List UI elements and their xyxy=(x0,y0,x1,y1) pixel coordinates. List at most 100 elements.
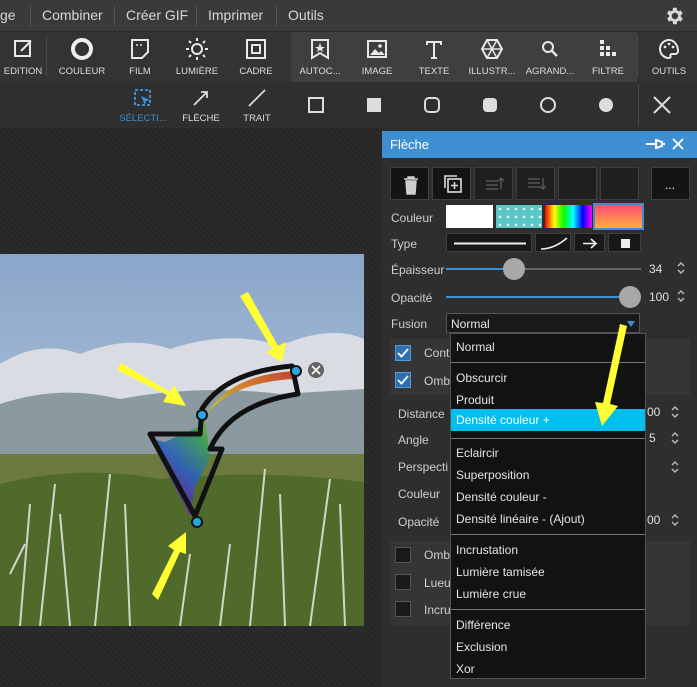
checkmark-icon xyxy=(397,375,409,385)
arrowhead-icon xyxy=(583,238,598,249)
square-filled-icon[interactable] xyxy=(365,96,383,114)
send-backward-button[interactable] xyxy=(516,167,555,200)
dropdown-item[interactable]: Superposition xyxy=(456,468,529,482)
subtool-selection[interactable]: SÉLECTI... xyxy=(115,84,171,126)
gear-icon[interactable] xyxy=(663,5,685,27)
square-outline-icon[interactable] xyxy=(307,96,325,114)
dropdown-item-label: Densité couleur + xyxy=(456,413,550,427)
dropdown-item[interactable]: Lumière crue xyxy=(456,587,526,601)
distance-spinner-icon[interactable] xyxy=(671,405,679,419)
tool-outils[interactable]: OUTILS xyxy=(643,32,695,82)
type-arrowhead-button[interactable] xyxy=(574,233,605,252)
tool-agrandir[interactable]: AGRAND... xyxy=(522,32,578,82)
menu-item-creer-gif[interactable]: Créer GIF xyxy=(126,7,188,23)
close-panel-icon[interactable] xyxy=(671,137,685,151)
ombre-opacite-spinner-icon[interactable] xyxy=(671,513,679,527)
tool-label: FILM xyxy=(129,66,151,77)
panel-title: Flèche xyxy=(390,137,430,152)
epaisseur-slider-handle[interactable] xyxy=(503,258,525,280)
circle-outline-icon[interactable] xyxy=(539,96,557,114)
perspective-label: Perspecti xyxy=(398,460,449,474)
ombre-interne-label: Omb xyxy=(424,548,451,562)
tool-label: LUMIÈRE xyxy=(175,66,219,77)
subtool-trait[interactable]: TRAIT xyxy=(234,84,280,126)
opacite-slider-handle[interactable] xyxy=(619,286,641,308)
tool-autocollant[interactable]: AUTOC... xyxy=(294,32,346,82)
image-icon xyxy=(367,40,387,58)
tool-cadre[interactable]: CADRE xyxy=(230,32,282,82)
ombre-checkbox[interactable] xyxy=(395,372,411,388)
dropdown-item[interactable]: Densité couleur - xyxy=(456,490,547,504)
dropdown-separator xyxy=(451,609,645,610)
perspective-spinner-icon[interactable] xyxy=(671,460,679,474)
distance-value[interactable]: 00 xyxy=(647,405,660,419)
tool-edition[interactable]: EDITION xyxy=(0,32,46,82)
tool-label: AGRAND... xyxy=(525,66,575,77)
panel-header: Flèche xyxy=(382,131,697,158)
bring-forward-button[interactable] xyxy=(474,167,513,200)
menu-item-imprimer[interactable]: Imprimer xyxy=(208,7,263,23)
dropdown-item[interactable]: Exclusion xyxy=(456,640,507,654)
type-square-end-button[interactable] xyxy=(608,233,641,252)
pin-icon[interactable] xyxy=(644,136,666,152)
angle-spinner-icon[interactable] xyxy=(671,431,679,445)
sun-icon xyxy=(186,38,208,60)
swatch-pattern[interactable] xyxy=(496,205,542,228)
empty-slot-button xyxy=(558,167,597,200)
subtool-label: FLÈCHE xyxy=(182,113,220,124)
dropdown-item[interactable]: Produit xyxy=(456,393,494,407)
opacite-spinner-icon[interactable] xyxy=(677,289,685,303)
dropdown-item[interactable]: Différence xyxy=(456,618,510,632)
tool-filtre[interactable]: FILTRE xyxy=(582,32,634,82)
dropdown-item[interactable]: Normal xyxy=(456,340,495,354)
ombre-interne-checkbox[interactable] xyxy=(395,547,411,563)
type-line-button[interactable] xyxy=(446,233,532,252)
tool-texte[interactable]: TEXTE xyxy=(408,32,460,82)
type-curve-button[interactable] xyxy=(535,233,571,252)
lueur-checkbox[interactable] xyxy=(395,574,411,590)
tool-label: FILTRE xyxy=(591,66,625,77)
text-icon xyxy=(426,41,442,59)
menu-item-outils[interactable]: Outils xyxy=(288,7,324,23)
menu-item-page[interactable]: ge xyxy=(0,7,16,23)
tool-lumiere[interactable]: LUMIÈRE xyxy=(171,32,223,82)
checkmark-icon xyxy=(397,348,409,358)
tool-illustration[interactable]: ILLUSTR... xyxy=(464,32,520,82)
photo-canvas[interactable] xyxy=(0,254,364,626)
toolbar-separator xyxy=(637,36,638,76)
opacite-label: Opacité xyxy=(391,291,433,305)
angle-value[interactable]: 5 xyxy=(649,431,656,445)
tool-image[interactable]: IMAGE xyxy=(351,32,403,82)
dropdown-item[interactable]: Incrustation xyxy=(456,543,518,557)
square-end-icon xyxy=(621,239,630,248)
menu-bar: ge Combiner Créer GIF Imprimer Outils xyxy=(0,0,697,32)
frame-icon xyxy=(246,39,266,59)
swatch-gradient-warm[interactable] xyxy=(593,203,644,230)
opacite-value[interactable]: 100 xyxy=(649,290,669,304)
tool-couleur[interactable]: COULEUR xyxy=(56,32,108,82)
rounded-square-filled-icon[interactable] xyxy=(481,96,499,114)
ombre-opacite-value[interactable]: 00 xyxy=(647,513,660,527)
menu-item-combiner[interactable]: Combiner xyxy=(42,7,103,23)
rounded-square-outline-icon[interactable] xyxy=(423,96,441,114)
duplicate-button[interactable] xyxy=(432,167,471,200)
dropdown-item[interactable]: Eclaircir xyxy=(456,446,499,460)
close-icon[interactable] xyxy=(651,94,673,116)
more-button[interactable]: ... xyxy=(651,167,690,200)
circle-filled-icon[interactable] xyxy=(597,96,615,114)
empty-slot-button xyxy=(600,167,639,200)
dropdown-item[interactable]: Densité linéaire - (Ajout) xyxy=(456,512,585,526)
swatch-white[interactable] xyxy=(446,205,493,228)
delete-button[interactable] xyxy=(390,167,429,200)
epaisseur-spinner-icon[interactable] xyxy=(677,261,685,275)
dropdown-item[interactable]: Lumière tamisée xyxy=(456,565,545,579)
epaisseur-value[interactable]: 34 xyxy=(649,262,662,276)
incrustation-checkbox[interactable] xyxy=(395,601,411,617)
tool-film[interactable]: FILM xyxy=(114,32,166,82)
subtool-fleche[interactable]: FLÈCHE xyxy=(176,84,226,126)
swatch-gradient-rainbow[interactable] xyxy=(545,205,592,228)
contour-checkbox[interactable] xyxy=(395,345,411,361)
dropdown-item[interactable]: Xor xyxy=(456,662,475,676)
dropdown-item[interactable]: Obscurcir xyxy=(456,371,507,385)
distance-label: Distance xyxy=(398,407,445,421)
